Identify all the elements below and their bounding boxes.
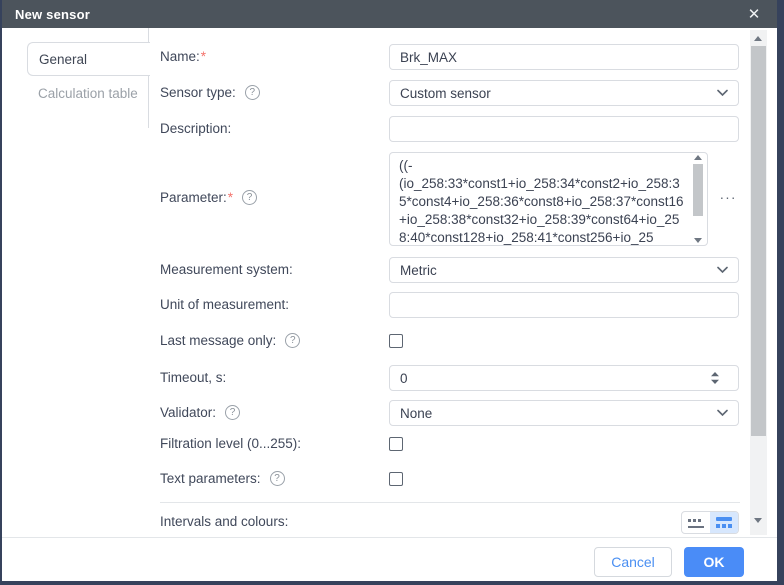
parameter-scrollbar[interactable] — [692, 154, 705, 244]
timeout-input[interactable] — [389, 365, 739, 391]
chevron-down-icon — [717, 266, 728, 274]
scrollbar-thumb[interactable] — [751, 46, 766, 436]
intervals-list-view-button[interactable] — [682, 512, 710, 533]
text-parameters-label: Text parameters: ? — [160, 471, 285, 486]
unit-label: Unit of measurement: — [160, 297, 290, 312]
cancel-button[interactable]: Cancel — [594, 547, 672, 577]
validator-select[interactable]: None — [389, 400, 739, 426]
measurement-system-value: Metric — [400, 262, 437, 278]
scroll-down-icon[interactable] — [694, 238, 702, 243]
dialog-scrollbar[interactable] — [750, 30, 767, 535]
last-message-only-checkbox[interactable] — [389, 334, 403, 348]
tab-general-label: General — [39, 51, 88, 67]
window-border-left — [0, 0, 2, 585]
parameter-more-button[interactable]: ··· — [716, 188, 740, 206]
description-label: Description: — [160, 121, 232, 136]
scroll-up-icon[interactable] — [754, 36, 762, 41]
window-border-bottom — [0, 581, 784, 585]
chevron-down-icon — [717, 89, 728, 97]
scroll-up-icon[interactable] — [694, 155, 702, 160]
validator-value: None — [400, 405, 433, 421]
new-sensor-dialog: New sensor ✕ General Calculation table N… — [0, 0, 784, 585]
dialog-titlebar: New sensor ✕ — [2, 0, 777, 28]
tab-calculation-table-label: Calculation table — [38, 86, 138, 101]
help-icon[interactable]: ? — [269, 471, 285, 486]
tab-calculation-table[interactable]: Calculation table — [38, 86, 138, 101]
required-asterisk: * — [227, 190, 234, 205]
section-divider — [160, 502, 740, 503]
text-parameters-checkbox[interactable] — [389, 472, 403, 486]
validator-label: Validator: ? — [160, 405, 241, 420]
sensor-type-value: Custom sensor — [400, 85, 491, 101]
intervals-table-view-button[interactable] — [710, 512, 738, 533]
parameter-label: Parameter: * ? — [160, 190, 258, 205]
scrollbar-thumb[interactable] — [693, 164, 703, 216]
parameter-textarea[interactable]: ((-(io_258:33*const1+io_258:34*const2+io… — [389, 152, 708, 246]
help-icon[interactable]: ? — [285, 333, 301, 348]
ok-button[interactable]: OK — [684, 547, 744, 577]
intervals-view-toggle — [681, 511, 739, 534]
sensor-type-label: Sensor type: ? — [160, 85, 260, 100]
name-label: Name: * — [160, 49, 207, 64]
required-asterisk: * — [200, 49, 207, 64]
close-icon[interactable]: ✕ — [743, 0, 765, 28]
chevron-down-icon — [717, 409, 728, 417]
filtration-level-label: Filtration level (0...255): — [160, 436, 302, 451]
dialog-title: New sensor — [15, 6, 90, 22]
filtration-level-checkbox[interactable] — [389, 437, 403, 451]
window-border-right — [777, 0, 784, 585]
unit-input[interactable] — [389, 292, 739, 318]
help-icon[interactable]: ? — [242, 190, 258, 205]
tab-general[interactable]: General — [27, 42, 150, 76]
help-icon[interactable]: ? — [225, 405, 241, 420]
help-icon[interactable]: ? — [244, 85, 260, 100]
timeout-label: Timeout, s: — [160, 370, 227, 385]
measurement-system-select[interactable]: Metric — [389, 257, 739, 283]
dialog-footer: Cancel OK — [2, 537, 777, 581]
stepper-up-down-icon[interactable] — [708, 371, 722, 385]
intervals-icon — [688, 518, 704, 528]
description-input[interactable] — [389, 116, 739, 142]
intervals-label: Intervals and colours: — [160, 514, 289, 529]
measurement-system-label: Measurement system: — [160, 262, 293, 277]
scroll-down-icon[interactable] — [754, 518, 762, 523]
sensor-type-select[interactable]: Custom sensor — [389, 80, 739, 106]
last-message-only-label: Last message only: ? — [160, 333, 301, 348]
name-input[interactable] — [389, 44, 739, 70]
table-icon — [716, 517, 732, 528]
